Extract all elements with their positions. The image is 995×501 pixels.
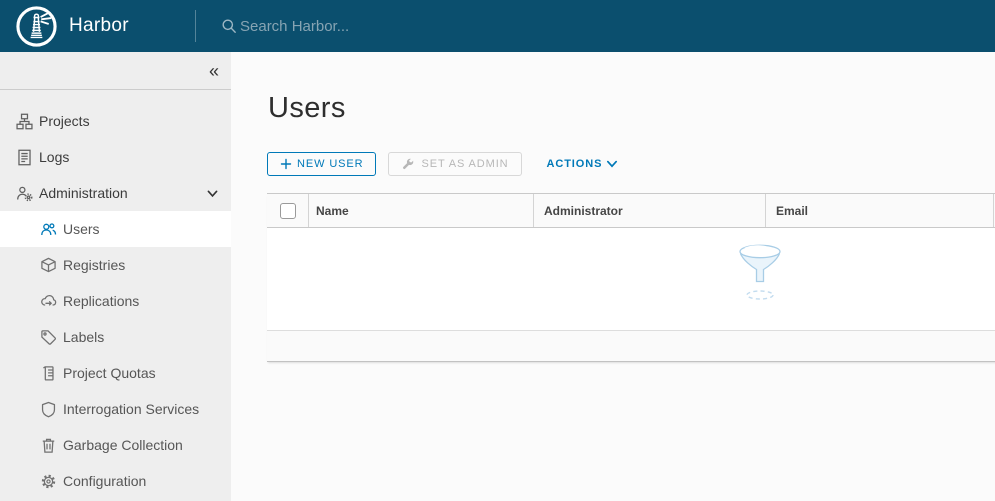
sidebar-item-label: Labels [63, 329, 104, 345]
sidebar-item-projects[interactable]: Projects [0, 103, 231, 139]
sidebar-item-label: Garbage Collection [63, 437, 183, 453]
sidebar-item-administration[interactable]: Administration [0, 175, 231, 211]
wrench-icon [401, 157, 415, 171]
sidebar-item-configuration[interactable]: Configuration [0, 463, 231, 499]
tag-icon [40, 329, 57, 346]
brand-title: Harbor [69, 15, 129, 37]
empty-state-funnel-icon [734, 243, 786, 303]
sidebar-item-replications[interactable]: Replications [0, 283, 231, 319]
cube-icon [40, 257, 57, 274]
search-icon [221, 18, 237, 34]
users-toolbar: NEW USER SET AS ADMIN ACTIONS [267, 152, 618, 176]
collapse-sidebar-icon[interactable]: « [209, 62, 219, 80]
column-header-name[interactable]: Name [308, 194, 533, 227]
sidebar-item-label: Configuration [63, 473, 146, 489]
sidebar-item-label: Logs [39, 149, 69, 165]
sidebar-item-label: Registries [63, 257, 125, 273]
column-header-email[interactable]: Email [765, 194, 993, 227]
chevron-down-icon [606, 158, 618, 170]
sidebar-nav: « Projects Logs [0, 52, 231, 501]
actions-dropdown-button[interactable]: ACTIONS [547, 152, 619, 176]
trash-icon [40, 437, 57, 454]
sidebar-item-label: Interrogation Services [63, 401, 199, 417]
table-header-row: Name Administrator Email [267, 194, 995, 228]
app-header: Harbor [0, 0, 995, 52]
sidebar-item-garbage-collection[interactable]: Garbage Collection [0, 427, 231, 463]
table-footer [267, 330, 995, 362]
header-divider [195, 10, 196, 42]
sidebar-item-interrogation-services[interactable]: Interrogation Services [0, 391, 231, 427]
table-empty-body [267, 228, 995, 330]
users-icon [40, 221, 57, 238]
logs-icon [16, 149, 33, 166]
chevron-down-icon[interactable] [206, 187, 219, 200]
set-as-admin-button[interactable]: SET AS ADMIN [388, 152, 521, 176]
sidebar-item-labels[interactable]: Labels [0, 319, 231, 355]
sidebar-item-label: Projects [39, 113, 90, 129]
search-input[interactable] [240, 18, 540, 35]
column-header-administrator[interactable]: Administrator [533, 194, 765, 227]
gauge-cup-icon [40, 365, 57, 382]
admin-user-gear-icon [16, 185, 33, 202]
sidebar-item-label: Replications [63, 293, 139, 309]
harbor-lighthouse-logo-icon [15, 5, 58, 48]
org-chart-icon [16, 113, 33, 130]
sidebar-collapse-row: « [0, 52, 231, 90]
plus-icon [280, 158, 292, 170]
sidebar-item-logs[interactable]: Logs [0, 139, 231, 175]
sidebar-item-project-quotas[interactable]: Project Quotas [0, 355, 231, 391]
select-all-checkbox[interactable] [280, 203, 296, 219]
sidebar-item-label: Users [63, 221, 100, 237]
new-user-button[interactable]: NEW USER [267, 152, 376, 176]
gear-icon [40, 473, 57, 490]
sidebar-item-users[interactable]: Users [0, 211, 231, 247]
sidebar-item-registries[interactable]: Registries [0, 247, 231, 283]
page-title: Users [268, 92, 346, 125]
users-table: Name Administrator Email [267, 193, 995, 362]
sidebar-item-label: Administration [39, 185, 128, 201]
new-user-label: NEW USER [297, 158, 363, 170]
shield-icon [40, 401, 57, 418]
set-as-admin-label: SET AS ADMIN [421, 158, 508, 170]
actions-label: ACTIONS [547, 158, 603, 170]
sidebar-item-label: Project Quotas [63, 365, 156, 381]
cloud-arrow-icon [40, 293, 57, 310]
